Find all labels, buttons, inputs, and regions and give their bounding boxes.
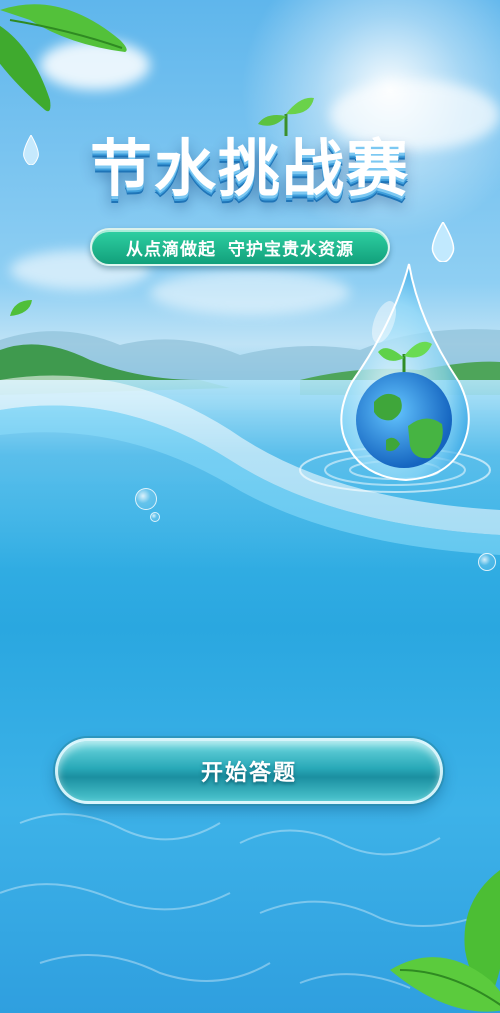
- bubble-icon: [150, 512, 160, 522]
- leaf-icon: [390, 870, 500, 1012]
- subtitle-banner: 从点滴做起 守护宝贵水资源: [90, 228, 390, 266]
- water-drop-icon: [431, 222, 455, 262]
- subtitle-part-2: 守护宝贵水资源: [228, 239, 354, 260]
- leaf-icon: [0, 4, 127, 112]
- bubble-icon: [478, 553, 496, 571]
- subtitle-part-1: 从点滴做起: [126, 239, 216, 260]
- water-drop-icon: [23, 135, 39, 165]
- globe-drop-icon: [340, 263, 470, 482]
- start-screen: 节水挑战赛 从点滴做起 守护宝贵水资源 开始答题: [0, 0, 500, 1013]
- leaf-icon: [10, 300, 32, 316]
- start-quiz-button-label: 开始答题: [200, 761, 297, 786]
- game-title: 节水挑战赛: [89, 132, 410, 205]
- bubble-icon: [135, 488, 157, 510]
- globe-icon: [356, 372, 452, 468]
- start-quiz-button[interactable]: 开始答题: [55, 738, 443, 804]
